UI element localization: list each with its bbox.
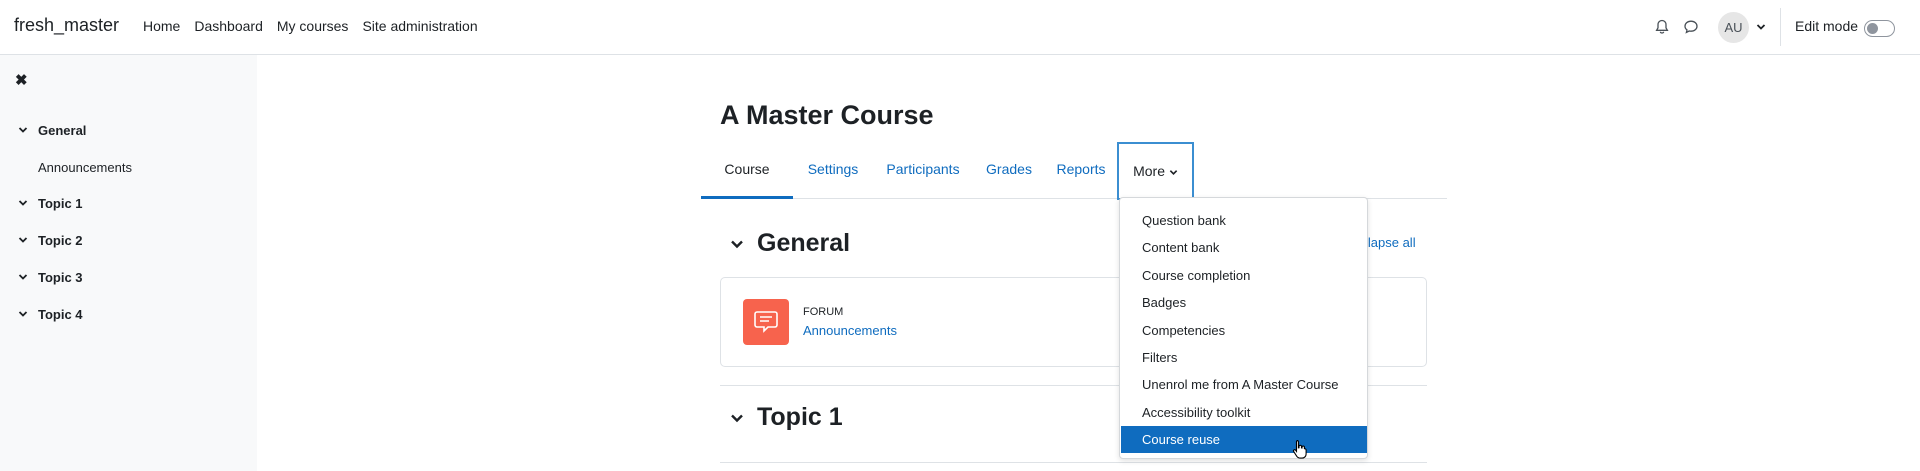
user-avatar[interactable]: AU xyxy=(1718,12,1749,43)
tab-grades[interactable]: Grades xyxy=(973,142,1045,199)
menu-item-badges[interactable]: Badges xyxy=(1121,289,1367,316)
chevron-down-icon[interactable] xyxy=(18,235,28,245)
nav-my-courses-link[interactable]: My courses xyxy=(270,18,356,34)
menu-item-course-completion[interactable]: Course completion xyxy=(1121,262,1367,289)
menu-item-content-bank[interactable]: Content bank xyxy=(1121,234,1367,261)
close-drawer-icon[interactable]: ✖ xyxy=(15,71,28,89)
menu-item-filters[interactable]: Filters xyxy=(1121,344,1367,371)
chat-bubble-icon[interactable] xyxy=(1683,19,1699,35)
tab-participants[interactable]: Participants xyxy=(873,142,973,199)
chevron-down-icon[interactable] xyxy=(18,125,28,135)
menu-item-competencies[interactable]: Competencies xyxy=(1121,317,1367,344)
tab-more-label: More xyxy=(1133,163,1165,179)
bell-icon[interactable] xyxy=(1654,19,1670,35)
section-divider xyxy=(720,462,1427,463)
chevron-down-icon[interactable] xyxy=(730,237,744,251)
edit-mode-toggle[interactable] xyxy=(1864,20,1895,37)
chevron-down-icon[interactable] xyxy=(18,198,28,208)
navbar-divider xyxy=(1780,8,1781,46)
section-title-general: General xyxy=(757,229,851,257)
nav-dashboard-link[interactable]: Dashboard xyxy=(187,18,270,34)
menu-item-accessibility-toolkit[interactable]: Accessibility toolkit xyxy=(1121,399,1367,426)
forum-icon xyxy=(743,299,789,345)
drawer-activity-label: Announcements xyxy=(38,160,132,175)
activity-type-label: FORUM xyxy=(803,306,844,318)
top-navbar: fresh_master Home Dashboard My courses S… xyxy=(0,0,1920,55)
chevron-down-icon[interactable] xyxy=(18,309,28,319)
forum-glyph-icon xyxy=(754,311,778,333)
more-dropdown-menu: Question bank Content bank Course comple… xyxy=(1119,197,1368,459)
menu-item-question-bank[interactable]: Question bank xyxy=(1121,207,1367,234)
hand-pointer-cursor-icon xyxy=(1292,439,1307,459)
tab-reports[interactable]: Reports xyxy=(1045,142,1117,199)
drawer-section-topic-4[interactable]: Topic 4 xyxy=(0,300,257,330)
drawer-activity-announcements[interactable]: Announcements xyxy=(0,153,257,183)
edit-mode-label: Edit mode xyxy=(1795,18,1859,34)
chevron-down-icon[interactable] xyxy=(730,411,744,425)
drawer-section-label: General xyxy=(38,123,87,138)
drawer-section-topic-2[interactable]: Topic 2 xyxy=(0,226,257,256)
drawer-section-topic-3[interactable]: Topic 3 xyxy=(0,263,257,293)
drawer-section-general[interactable]: General xyxy=(0,116,257,146)
chevron-down-icon[interactable] xyxy=(18,272,28,282)
tab-course[interactable]: Course xyxy=(701,142,793,199)
tab-settings[interactable]: Settings xyxy=(793,142,873,199)
tab-more[interactable]: More xyxy=(1117,142,1194,200)
nav-home-link[interactable]: Home xyxy=(136,18,187,34)
drawer-section-topic-1[interactable]: Topic 1 xyxy=(0,189,257,219)
menu-item-unenrol[interactable]: Unenrol me from A Master Course xyxy=(1121,371,1367,398)
page-title: A Master Course xyxy=(720,100,934,130)
toggle-knob xyxy=(1867,23,1878,34)
secondary-navigation: Course Settings Participants Grades Repo… xyxy=(701,142,1447,200)
drawer-section-label: Topic 3 xyxy=(38,270,83,285)
menu-item-course-reuse[interactable]: Course reuse xyxy=(1121,426,1367,453)
primary-navigation: Home Dashboard My courses Site administr… xyxy=(136,18,485,34)
site-brand[interactable]: fresh_master xyxy=(14,15,119,36)
drawer-section-label: Topic 2 xyxy=(38,233,83,248)
section-title-topic-1: Topic 1 xyxy=(757,403,843,431)
course-index-drawer: ✖ General Announcements Topic 1 Topic 2 … xyxy=(0,55,257,471)
chevron-down-icon xyxy=(1169,169,1178,175)
collapse-all-link[interactable]: llapse all xyxy=(1365,235,1416,250)
activity-link-announcements[interactable]: Announcements xyxy=(803,323,897,338)
drawer-section-label: Topic 4 xyxy=(38,307,83,322)
nav-site-administration-link[interactable]: Site administration xyxy=(355,18,484,34)
drawer-section-label: Topic 1 xyxy=(38,196,83,211)
chevron-down-icon[interactable] xyxy=(1756,22,1766,32)
